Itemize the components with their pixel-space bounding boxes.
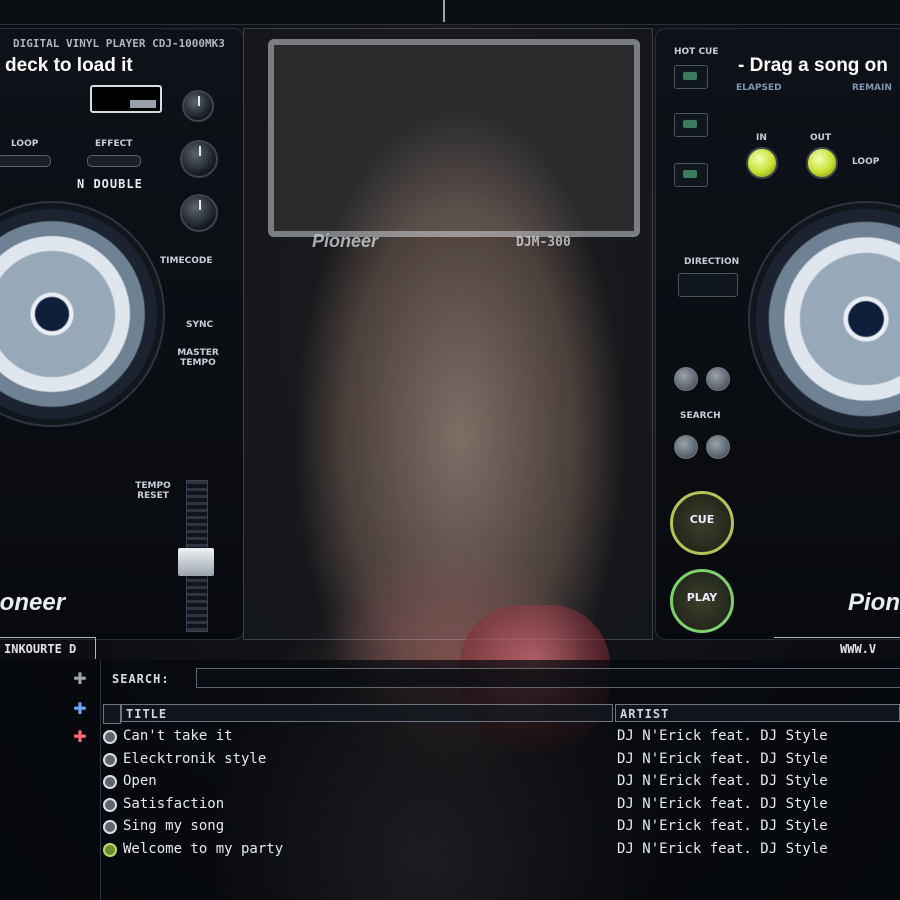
sync-label: SYNC	[186, 320, 214, 330]
effect-label: EFFECT	[95, 139, 133, 149]
track-next-button[interactable]	[706, 367, 730, 391]
track-list-header: TITLE ARTIST	[103, 704, 900, 724]
hot-cue-label: HOT CUE	[674, 47, 719, 57]
elapsed-label: ELAPSED	[736, 83, 782, 93]
out-label: OUT	[810, 133, 832, 143]
right-loop-label: LOOP	[852, 157, 880, 167]
master-tempo-label: MASTER TEMPO	[177, 348, 219, 368]
track-row[interactable]: Elecktronik style DJ N'Erick feat. DJ Sty…	[103, 751, 900, 774]
track-title: Elecktronik style	[123, 750, 267, 767]
browser-search-input[interactable]	[196, 668, 900, 688]
direction-label: DIRECTION	[684, 257, 740, 267]
disc-icon	[103, 730, 117, 744]
tempo-slider-handle[interactable]	[178, 548, 214, 576]
right-jog-wheel[interactable]	[756, 209, 900, 429]
track-artist: DJ N'Erick feat. DJ Style	[617, 728, 828, 744]
track-row[interactable]: Open DJ N'Erick feat. DJ Style	[103, 773, 900, 796]
loop-out-button[interactable]	[806, 147, 838, 179]
top-strip	[0, 0, 900, 25]
loop-label: LOOP	[11, 139, 39, 149]
track-title: Open	[123, 773, 157, 790]
track-row[interactable]: Can't take it DJ N'Erick feat. DJ Style	[103, 728, 900, 751]
mixer-model: DJM-300	[516, 235, 571, 250]
track-artist: DJ N'Erick feat. DJ Style	[617, 840, 828, 857]
remain-label: REMAIN	[852, 83, 892, 93]
in-label: IN	[756, 133, 767, 143]
left-deck-strip: INKOURTE D	[0, 637, 96, 659]
right-deck-strip: WWW.V	[774, 637, 900, 659]
left-mini-display	[90, 85, 162, 113]
dj-app-window: DIGITAL VINYL PLAYER CDJ-1000MK3 deck to…	[0, 0, 900, 900]
cue-button[interactable]: CUE	[670, 491, 734, 555]
direction-switch[interactable]	[678, 273, 738, 297]
disc-icon	[103, 820, 117, 835]
top-knob[interactable]	[182, 90, 214, 122]
disc-icon	[103, 752, 117, 767]
artist-column-header[interactable]: ARTIST	[615, 704, 900, 722]
mixer-video-screen	[268, 39, 640, 237]
tempo-reset-label: TEMPO RESET	[135, 481, 171, 501]
left-control-column: TIMECODE SYNC MASTER TEMPO	[160, 50, 228, 632]
loop-in-button[interactable]	[746, 147, 778, 179]
left-pioneer-logo: Pioneer	[0, 589, 66, 616]
disc-icon	[103, 775, 117, 790]
right-deck: HOT CUE - Drag a song on ELAPSED REMAIN …	[655, 28, 900, 640]
gain-knob[interactable]	[180, 140, 218, 178]
add-folder-icon[interactable]: ✚	[68, 668, 92, 690]
mixer: Pioneer DJM-300	[243, 28, 653, 640]
loop-toggle[interactable]	[0, 155, 51, 167]
left-deck-model: DIGITAL VINYL PLAYER CDJ-1000MK3	[13, 37, 225, 50]
hot-cue-a[interactable]	[674, 65, 708, 89]
timecode-label: TIMECODE	[160, 256, 213, 266]
track-artist: DJ N'Erick feat. DJ Style	[617, 750, 828, 767]
search-back-button[interactable]	[674, 435, 698, 459]
track-list: Can't take it DJ N'Erick feat. DJ Style El…	[103, 728, 900, 864]
search-label: SEARCH	[680, 411, 721, 421]
left-deck-message: deck to load it	[5, 55, 133, 76]
disc-icon	[103, 797, 117, 812]
mode-label: N DOUBLE	[77, 177, 143, 191]
track-title: Can't take it	[123, 728, 233, 744]
search-forward-button[interactable]	[706, 435, 730, 459]
track-row[interactable]: Satisfaction DJ N'Erick feat. DJ Style	[103, 796, 900, 819]
track-row[interactable]: Welcome to my party DJ N'Erick feat. DJ S…	[103, 841, 900, 864]
right-deck-message: - Drag a song on	[738, 55, 888, 76]
left-jog-wheel[interactable]	[0, 209, 157, 419]
track-prev-button[interactable]	[674, 367, 698, 391]
title-column-header[interactable]: TITLE	[121, 704, 613, 722]
browser-sidebar: ✚ ✚ ✚	[0, 660, 101, 900]
track-artist: DJ N'Erick feat. DJ Style	[617, 818, 828, 835]
track-title: Sing my song	[123, 818, 225, 835]
top-divider	[443, 0, 445, 22]
track-row[interactable]: Sing my song DJ N'Erick feat. DJ Style	[103, 818, 900, 841]
mixer-brand: Pioneer	[312, 231, 379, 251]
hot-cue-b[interactable]	[674, 113, 708, 137]
add-playlist-icon[interactable]: ✚	[68, 698, 92, 720]
effect-toggle[interactable]	[87, 155, 141, 167]
track-title: Welcome to my party	[123, 840, 284, 857]
trim-knob[interactable]	[180, 194, 218, 232]
play-button[interactable]: PLAY	[670, 569, 734, 633]
track-artist: DJ N'Erick feat. DJ Style	[617, 773, 828, 790]
hot-cue-c[interactable]	[674, 163, 708, 187]
select-column-header[interactable]	[103, 704, 121, 724]
track-artist: DJ N'Erick feat. DJ Style	[617, 795, 828, 812]
right-pioneer-logo: Pioneer	[848, 589, 900, 616]
browser-search-label: SEARCH:	[112, 672, 170, 686]
track-title: Satisfaction	[123, 795, 225, 812]
disc-green-icon	[103, 842, 117, 857]
remove-playlist-icon[interactable]: ✚	[68, 726, 92, 748]
